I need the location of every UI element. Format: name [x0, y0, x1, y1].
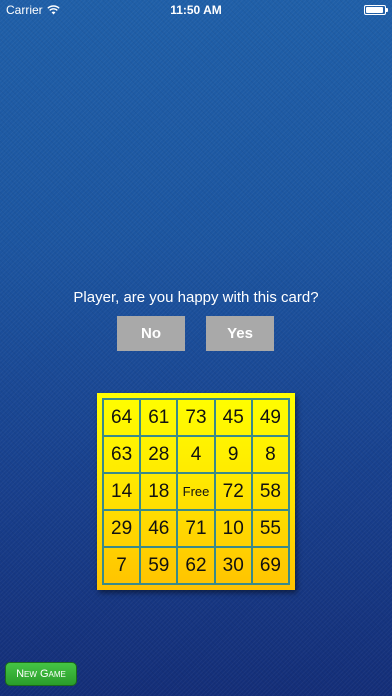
status-bar: Carrier 11:50 AM — [0, 0, 392, 20]
bingo-cell[interactable]: 18 — [140, 473, 178, 510]
no-button[interactable]: No — [117, 316, 185, 351]
new-game-button[interactable]: New Game — [5, 662, 77, 686]
bingo-cell[interactable]: 7 — [103, 547, 141, 584]
bingo-cell[interactable]: 14 — [103, 473, 141, 510]
bingo-cell[interactable]: 55 — [251, 510, 289, 547]
free-space-cell[interactable]: Free — [177, 473, 215, 510]
bingo-cell[interactable]: 9 — [214, 436, 252, 473]
bingo-cell[interactable]: 10 — [214, 510, 252, 547]
bingo-cell[interactable]: 49 — [251, 399, 289, 436]
bingo-grid: 64 61 73 45 49 63 28 4 9 8 14 18 Free 72 58 29 46 71 10 55 7… — [102, 398, 290, 585]
yes-button[interactable]: Yes — [206, 316, 274, 351]
bingo-cell[interactable]: 46 — [140, 510, 178, 547]
confirm-prompt: Player, are you happy with this card? — [73, 289, 319, 306]
bingo-cell[interactable]: 72 — [214, 473, 252, 510]
bingo-cell[interactable]: 62 — [177, 547, 215, 584]
clock: 11:50 AM — [170, 3, 222, 17]
bingo-cell[interactable]: 29 — [103, 510, 141, 547]
bingo-card: 64 61 73 45 49 63 28 4 9 8 14 18 Free 72 58 29 46 71 10 55 7… — [97, 393, 295, 590]
bingo-cell[interactable]: 73 — [177, 399, 215, 436]
background-texture — [0, 0, 392, 696]
bingo-cell[interactable]: 71 — [177, 510, 215, 547]
battery-icon — [364, 5, 388, 15]
bingo-cell[interactable]: 63 — [103, 436, 141, 473]
bingo-cell[interactable]: 59 — [140, 547, 178, 584]
bingo-cell[interactable]: 4 — [177, 436, 215, 473]
bingo-cell[interactable]: 58 — [251, 473, 289, 510]
bingo-cell[interactable]: 61 — [140, 399, 178, 436]
bingo-cell[interactable]: 8 — [251, 436, 289, 473]
bingo-cell[interactable]: 30 — [214, 547, 252, 584]
bingo-cell[interactable]: 28 — [140, 436, 178, 473]
bingo-cell[interactable]: 45 — [214, 399, 252, 436]
bingo-cell[interactable]: 69 — [251, 547, 289, 584]
bingo-cell[interactable]: 64 — [103, 399, 141, 436]
